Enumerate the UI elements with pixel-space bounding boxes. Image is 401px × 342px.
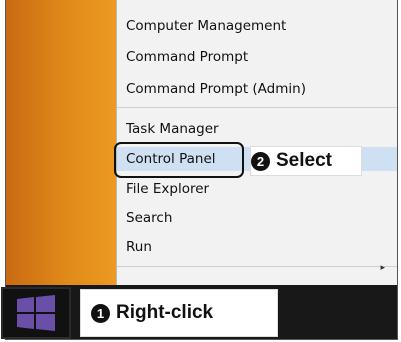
callout-select-text: Select: [276, 150, 332, 171]
menu-separator: [117, 107, 397, 108]
menu-item-search[interactable]: Search: [117, 206, 397, 230]
menu-item-task-manager[interactable]: Task Manager: [117, 117, 397, 141]
desktop-background: [6, 0, 116, 285]
menu-separator: [117, 266, 397, 267]
menu-item-command-prompt[interactable]: Command Prompt: [117, 45, 397, 69]
callout-right-click: 1 Right-click: [80, 289, 278, 337]
menu-item-file-explorer[interactable]: File Explorer: [117, 177, 397, 201]
control-panel-highlight-outline: [114, 142, 244, 178]
callout-number-badge: 2: [251, 151, 270, 171]
windows-logo-icon: [17, 295, 55, 331]
menu-item-command-prompt-admin[interactable]: Command Prompt (Admin): [117, 77, 397, 101]
callout-right-click-text: Right-click: [116, 302, 214, 323]
menu-item-computer-management[interactable]: Computer Management: [117, 14, 397, 38]
submenu-arrow-icon[interactable]: ▸: [380, 262, 385, 273]
callout-number-badge: 1: [91, 303, 110, 323]
menu-item-run[interactable]: Run: [117, 235, 397, 259]
start-button[interactable]: [1, 287, 71, 339]
callout-select: 2 Select: [250, 146, 362, 176]
